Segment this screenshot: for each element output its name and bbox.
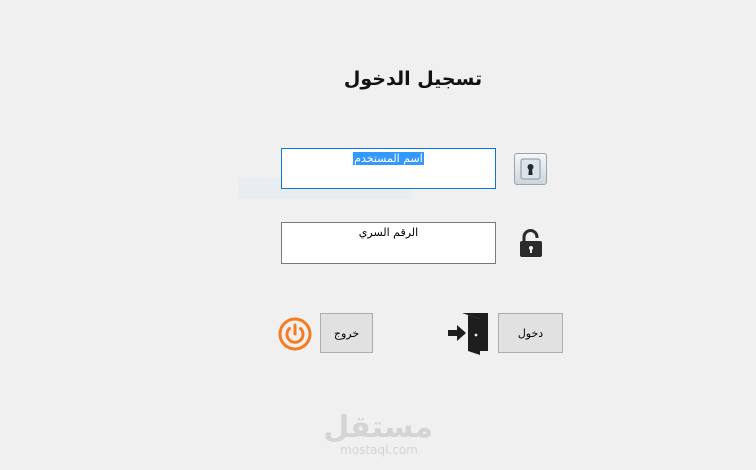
- watermark-brand: مستقل: [323, 410, 433, 445]
- watermark-url: mostaql.com: [340, 443, 418, 457]
- login-button[interactable]: دخول: [498, 313, 563, 353]
- power-icon: [278, 317, 312, 351]
- keyhole-lock-icon: [520, 158, 541, 180]
- watermark: مستقل mostaql.com: [323, 410, 433, 457]
- username-field[interactable]: اسم المستخدم: [281, 148, 496, 189]
- keyhole-lock-button[interactable]: [514, 153, 547, 185]
- username-value: اسم المستخدم: [353, 152, 424, 165]
- padlock-icon: [518, 228, 544, 258]
- password-value: الرقم السري: [358, 226, 419, 239]
- password-field[interactable]: الرقم السري: [281, 222, 496, 264]
- login-title: تسجيل الدخول: [343, 68, 483, 90]
- enter-door-icon: [446, 311, 490, 355]
- exit-button[interactable]: خروج: [320, 313, 373, 353]
